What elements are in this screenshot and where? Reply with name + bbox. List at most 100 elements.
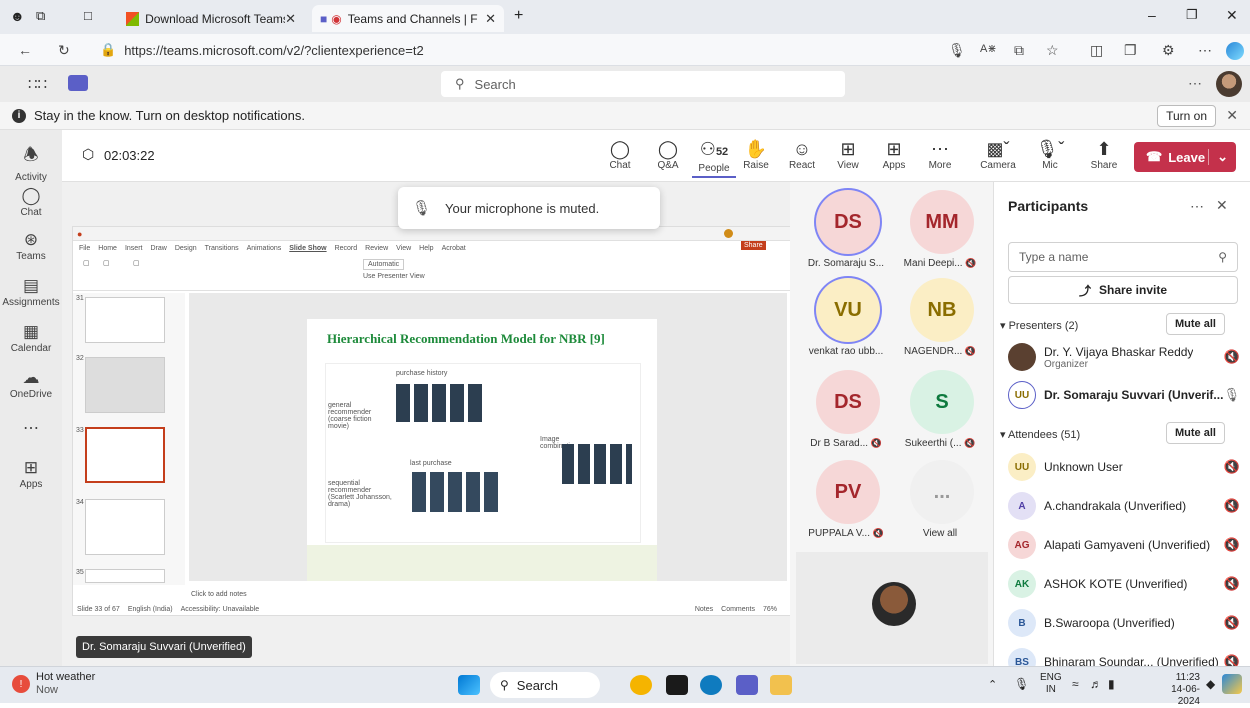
- custom-show-button[interactable]: ▢: [133, 259, 140, 267]
- ppt-menu-item[interactable]: Transitions: [205, 245, 239, 252]
- close-panel-icon[interactable]: ✕: [1216, 197, 1228, 214]
- task-view-icon[interactable]: [666, 675, 688, 695]
- ppt-menu-item[interactable]: Record: [335, 245, 358, 252]
- collections-icon[interactable]: ❐: [1124, 42, 1137, 59]
- more-options-icon[interactable]: ⋯: [1188, 75, 1202, 92]
- participant-row[interactable]: UU Dr. Somaraju Suvvari (Unverif... 🎙: [1008, 380, 1240, 410]
- close-icon[interactable]: ✕: [1226, 107, 1238, 124]
- teams-search-input[interactable]: ⚲ Search: [441, 71, 845, 97]
- file-explorer-icon[interactable]: [770, 675, 792, 695]
- notes-button[interactable]: Notes: [695, 606, 713, 613]
- rail-item-teams[interactable]: ⊛ Teams: [0, 230, 62, 262]
- new-tab-icon[interactable]: +: [514, 7, 523, 25]
- chat-button[interactable]: ◯ Chat: [598, 138, 642, 171]
- ppt-share-button[interactable]: Share: [741, 241, 766, 250]
- more-icon[interactable]: ⋯: [1198, 42, 1212, 59]
- restore-icon[interactable]: ❐: [1186, 7, 1198, 23]
- read-aloud-icon[interactable]: A⋇: [980, 42, 997, 55]
- ppt-menu-item[interactable]: Review: [365, 245, 388, 252]
- turn-on-button[interactable]: Turn on: [1157, 105, 1216, 127]
- participant-video-tile[interactable]: PV PUPPALA V... 🔇: [796, 456, 896, 546]
- chevron-down-icon[interactable]: ⌄: [1208, 149, 1236, 165]
- rail-item-apps[interactable]: ⊞ Apps: [0, 458, 62, 490]
- slide-thumb-35[interactable]: [85, 569, 165, 583]
- url-field[interactable]: 🔒 https://teams.microsoft.com/v2/?client…: [100, 39, 760, 61]
- comments-button[interactable]: Comments: [721, 606, 755, 613]
- participant-row[interactable]: AG Alapati Gamyaveni (Unverified) 🔇: [1008, 530, 1240, 560]
- participant-video-tile[interactable]: S Sukeerthi (... 🔇: [890, 366, 990, 456]
- teams-taskbar-icon[interactable]: [736, 675, 758, 695]
- rail-item-chat[interactable]: ◯ Chat: [0, 186, 62, 218]
- rail-item-assignments[interactable]: ▤ Assignments: [0, 276, 62, 308]
- attendees-section-label[interactable]: ▾ Attendees (51): [1000, 428, 1080, 441]
- wifi-icon[interactable]: ≈: [1072, 677, 1079, 691]
- tab-teams-download[interactable]: Download Microsoft Teams Desk ✕: [118, 5, 304, 32]
- camera-button[interactable]: ▩ˇ Camera: [976, 138, 1020, 171]
- close-window-icon[interactable]: ✕: [1226, 7, 1238, 24]
- rail-item-onedrive[interactable]: ☁ OneDrive: [0, 368, 62, 400]
- windows-start-icon[interactable]: [458, 675, 480, 695]
- split-screen-icon[interactable]: ◫: [1090, 42, 1103, 59]
- mute-all-presenters-button[interactable]: Mute all: [1166, 313, 1225, 335]
- people-button[interactable]: ⚇52 People: [692, 138, 736, 178]
- monitor-select[interactable]: Automatic: [363, 259, 405, 270]
- profile-icon[interactable]: ☻: [10, 8, 25, 24]
- weather-widget[interactable]: ! Hot weather Now: [12, 671, 95, 697]
- minimize-icon[interactable]: –: [1148, 7, 1156, 23]
- mic-button[interactable]: 🎙ˇ Mic: [1028, 138, 1072, 171]
- ppt-menu-item[interactable]: Insert: [125, 245, 143, 252]
- notification-bell-icon[interactable]: ◆: [1206, 677, 1215, 691]
- qa-button[interactable]: ◯ Q&A: [646, 138, 690, 171]
- apps-button[interactable]: ⊞ Apps: [872, 138, 916, 171]
- refresh-icon[interactable]: ↻: [58, 42, 70, 59]
- participant-search-input[interactable]: Type a name ⚲: [1008, 242, 1238, 272]
- participant-video-tile[interactable]: VU venkat rao ubb...: [796, 274, 896, 364]
- close-tab-icon[interactable]: ✕: [285, 11, 296, 27]
- participant-row[interactable]: B B.Swaroopa (Unverified) 🔇: [1008, 608, 1240, 638]
- rail-item-calendar[interactable]: ▦ Calendar: [0, 322, 62, 354]
- back-icon[interactable]: ←: [18, 42, 32, 58]
- chevron-up-icon[interactable]: ⌃: [988, 678, 997, 691]
- notes-placeholder[interactable]: Click to add notes: [191, 591, 247, 598]
- from-current-button[interactable]: ▢: [103, 259, 110, 267]
- slide-thumb-32[interactable]: [85, 357, 165, 413]
- share-invite-button[interactable]: ⤴ Share invite: [1008, 276, 1238, 304]
- copilot-icon[interactable]: [1226, 42, 1244, 60]
- participant-video-tile[interactable]: MM Mani Deepi... 🔇: [890, 186, 990, 276]
- tab-teams-channels[interactable]: ■ ◉ Teams and Channels | FDP o ✕: [312, 5, 504, 32]
- share-button[interactable]: ⬆ Share: [1082, 138, 1126, 171]
- leave-button[interactable]: ☎ Leave ⌄: [1134, 142, 1236, 172]
- presenters-section-label[interactable]: ▾ Presenters (2): [1000, 319, 1078, 332]
- slide-thumb-31[interactable]: [85, 297, 165, 343]
- tab-actions-icon[interactable]: □: [84, 8, 92, 23]
- ppt-menu-item[interactable]: Slide Show: [289, 245, 326, 252]
- presenter-view-checkbox[interactable]: Use Presenter View: [363, 273, 425, 280]
- app-available-icon[interactable]: ⧉: [1014, 42, 1024, 59]
- widget-app-icon[interactable]: [630, 675, 652, 695]
- zoom-level[interactable]: 76%: [763, 606, 777, 613]
- ppt-menu-item[interactable]: Acrobat: [442, 245, 466, 252]
- participant-row[interactable]: AK ASHOK KOTE (Unverified) 🔇: [1008, 569, 1240, 599]
- view-all-tile[interactable]: ... View all: [890, 456, 990, 546]
- participant-video-tile[interactable]: DS Dr B Sarad... 🔇: [796, 366, 896, 456]
- participant-row[interactable]: Dr. Y. Vijaya Bhaskar Reddy Organizer 🔇: [1008, 342, 1240, 372]
- ppt-menu-item[interactable]: Animations: [247, 245, 282, 252]
- mic-permission-icon[interactable]: 🎙: [948, 42, 966, 59]
- copilot-taskbar-icon[interactable]: [1222, 674, 1242, 694]
- more-options-icon[interactable]: ⋯: [1190, 198, 1204, 215]
- mic-tray-icon[interactable]: 🎙: [1014, 677, 1029, 691]
- ppt-menu-item[interactable]: Draw: [150, 245, 166, 252]
- ppt-menu-item[interactable]: Home: [98, 245, 117, 252]
- app-launcher-icon[interactable]: ∷∷: [28, 75, 47, 93]
- participant-row[interactable]: UU Unknown User 🔇: [1008, 452, 1240, 482]
- participant-video-tile[interactable]: DS Dr. Somaraju S...: [796, 186, 896, 276]
- close-tab-icon[interactable]: ✕: [485, 11, 496, 27]
- ppt-menu-item[interactable]: View: [396, 245, 411, 252]
- rail-item-activity[interactable]: 🕭 Activity: [0, 142, 62, 183]
- ppt-menu-item[interactable]: Help: [419, 245, 433, 252]
- raise-hand-button[interactable]: ✋ Raise: [734, 138, 778, 171]
- ppt-menu-item[interactable]: File: [79, 245, 90, 252]
- view-button[interactable]: ⊞ View: [826, 138, 870, 171]
- ppt-menu-item[interactable]: Design: [175, 245, 197, 252]
- participant-video-tile[interactable]: NB NAGENDR... 🔇: [890, 274, 990, 364]
